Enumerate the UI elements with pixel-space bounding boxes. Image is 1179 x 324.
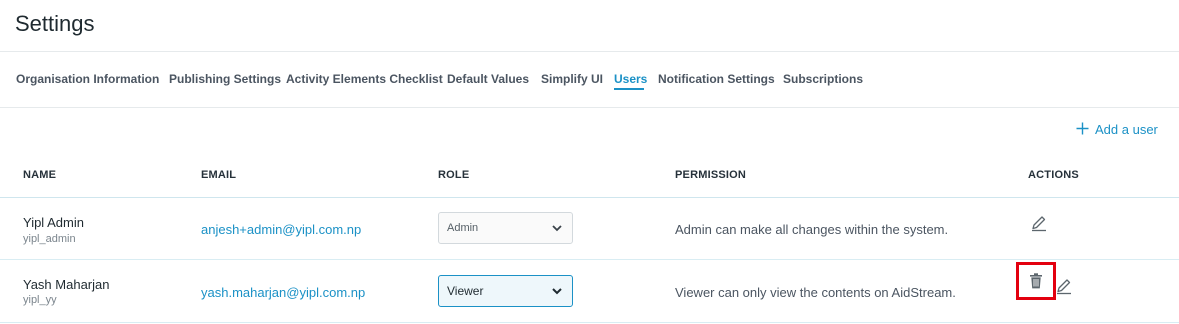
settings-tabs: Organisation Information Publishing Sett… <box>0 52 1179 108</box>
tab-default-values[interactable]: Default Values <box>447 72 529 86</box>
add-user-label: Add a user <box>1095 121 1158 137</box>
user-email-link[interactable]: anjesh+admin@yipl.com.np <box>201 222 361 237</box>
column-permission: PERMISSION <box>675 169 747 181</box>
add-user-button[interactable]: Add a user <box>1076 121 1158 137</box>
edit-icon[interactable] <box>1030 214 1048 232</box>
permission-text: Admin can make all changes within the sy… <box>675 222 949 237</box>
plus-icon <box>1076 121 1089 137</box>
role-select[interactable]: Admin <box>438 212 573 244</box>
trash-icon <box>1030 273 1042 289</box>
column-actions: ACTIONS <box>1028 169 1079 181</box>
user-handle: yipl_admin <box>23 233 76 245</box>
active-tab-indicator <box>614 88 644 90</box>
page-title: Settings <box>15 11 95 36</box>
chevron-down-icon <box>552 288 562 295</box>
column-email: EMAIL <box>201 169 237 181</box>
user-name: Yipl Admin <box>23 215 84 230</box>
table-row: Yipl Admin yipl_admin anjesh+admin@yipl.… <box>0 198 1179 260</box>
user-email-link[interactable]: yash.maharjan@yipl.com.np <box>201 285 365 300</box>
tab-users[interactable]: Users <box>614 72 647 86</box>
chevron-down-icon <box>552 225 562 232</box>
role-select-value: Admin <box>447 222 479 234</box>
tab-subscriptions[interactable]: Subscriptions <box>783 72 863 86</box>
table-row: Yash Maharjan yipl_yy yash.maharjan@yipl… <box>0 260 1179 323</box>
tab-publishing-settings[interactable]: Publishing Settings <box>169 72 281 86</box>
tab-activity-elements-checklist[interactable]: Activity Elements Checklist <box>286 72 443 86</box>
tab-notification-settings[interactable]: Notification Settings <box>658 72 775 86</box>
users-table-header: NAME EMAIL ROLE PERMISSION ACTIONS <box>0 152 1179 198</box>
tab-simplify-ui[interactable]: Simplify UI <box>541 72 603 86</box>
column-name: NAME <box>23 169 57 181</box>
page-header: Settings <box>0 0 1179 52</box>
user-handle: yipl_yy <box>23 294 57 306</box>
edit-icon[interactable] <box>1055 277 1073 295</box>
permission-text: Viewer can only view the contents on Aid… <box>675 285 956 300</box>
role-select[interactable]: Viewer <box>438 275 573 307</box>
user-name: Yash Maharjan <box>23 277 110 292</box>
tab-organisation-information[interactable]: Organisation Information <box>16 72 159 86</box>
role-select-value: Viewer <box>447 284 484 298</box>
column-role: ROLE <box>438 169 470 181</box>
delete-user-button[interactable] <box>1016 262 1056 300</box>
